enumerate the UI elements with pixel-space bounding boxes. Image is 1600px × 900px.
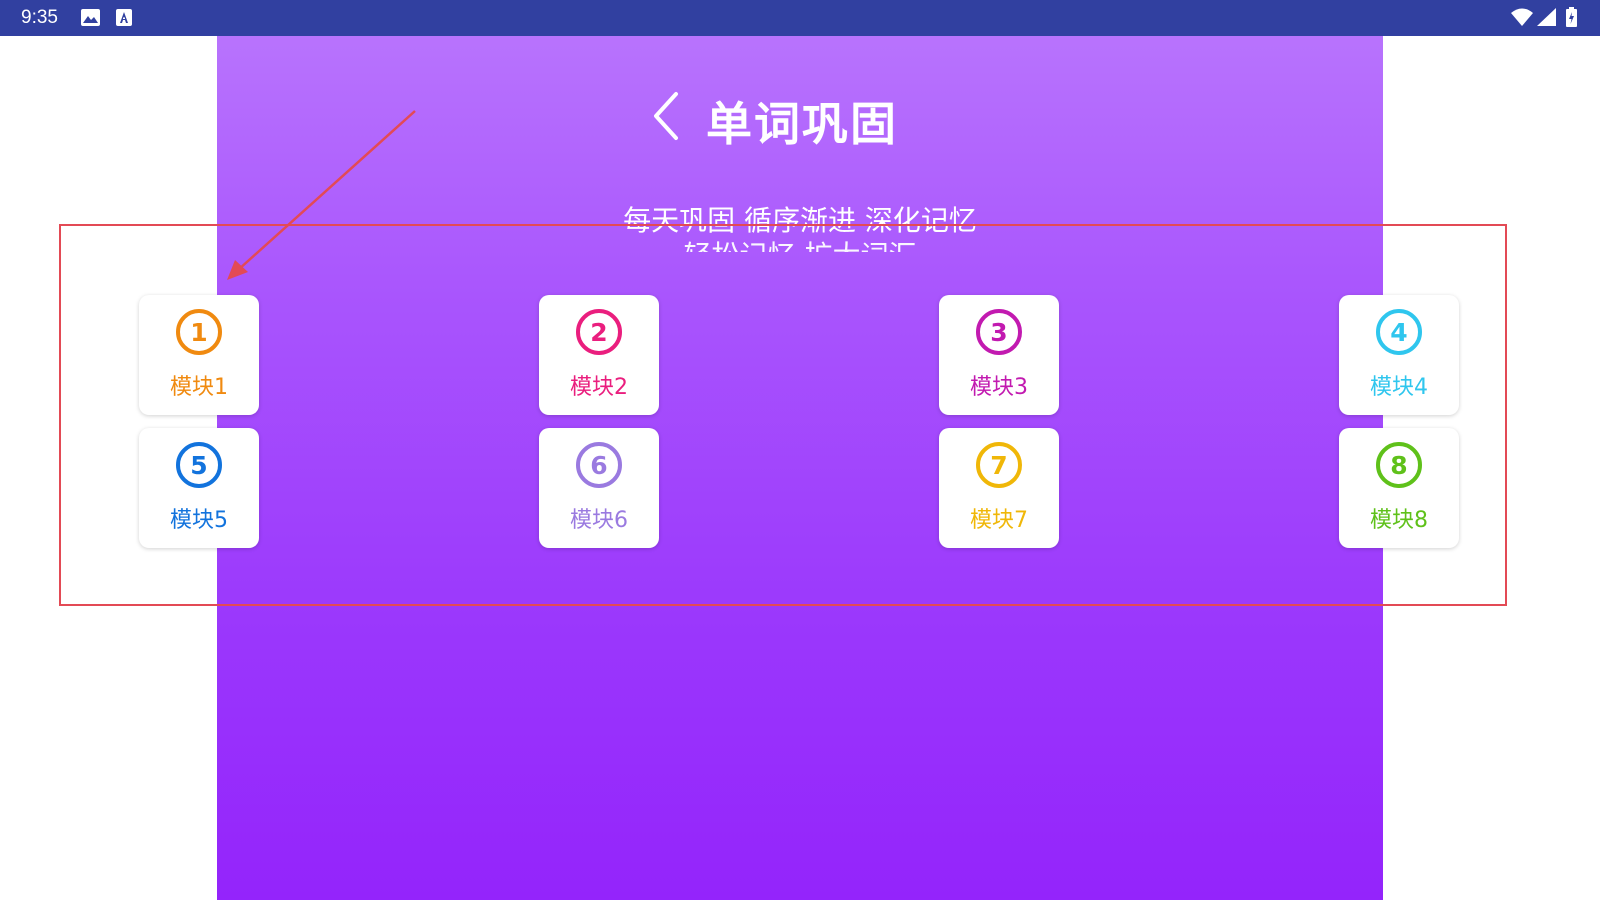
- module-label: 模块3: [970, 375, 1028, 400]
- battery-icon: [1566, 7, 1577, 27]
- number-badge-icon: 7: [976, 442, 1022, 488]
- number-badge-icon: 1: [176, 309, 222, 355]
- module-card-6[interactable]: 6 模块6: [539, 428, 659, 548]
- module-card-4[interactable]: 4 模块4: [1339, 295, 1459, 415]
- module-label: 模块6: [570, 508, 628, 533]
- number-badge-digit: 5: [190, 451, 207, 480]
- status-time: 9:35: [21, 7, 58, 28]
- tagline-primary: 每天巩固 循序渐进 深化记忆: [623, 204, 977, 237]
- number-badge-digit: 3: [990, 318, 1007, 347]
- module-card-3[interactable]: 3 模块3: [939, 295, 1059, 415]
- page-title: 单词巩固: [706, 97, 898, 151]
- tagline-secondary: 轻松记忆 扩大词汇: [217, 239, 1383, 252]
- page-header: 单词巩固: [217, 86, 1383, 151]
- module-label: 模块4: [1370, 375, 1428, 400]
- a-text-icon: [116, 9, 132, 26]
- cell-signal-icon: [1537, 8, 1556, 26]
- number-badge-digit: 8: [1390, 451, 1407, 480]
- module-card-5[interactable]: 5 模块5: [139, 428, 259, 548]
- module-card-7[interactable]: 7 模块7: [939, 428, 1059, 548]
- tagline-area: 每天巩固 循序渐进 深化记忆 轻松记忆 扩大词汇: [217, 204, 1383, 252]
- content-panel: 单词巩固 每天巩固 循序渐进 深化记忆 轻松记忆 扩大词汇: [217, 36, 1383, 900]
- number-badge-icon: 3: [976, 309, 1022, 355]
- number-badge-icon: 5: [176, 442, 222, 488]
- number-badge-digit: 1: [190, 318, 207, 347]
- status-bar: 9:35: [0, 0, 1600, 36]
- image-icon: [81, 9, 100, 26]
- number-badge-digit: 2: [590, 318, 607, 347]
- module-label: 模块1: [170, 375, 228, 400]
- number-badge-icon: 6: [576, 442, 622, 488]
- number-badge-icon: 8: [1376, 442, 1422, 488]
- module-label: 模块5: [170, 508, 228, 533]
- number-badge-icon: 4: [1376, 309, 1422, 355]
- module-card-2[interactable]: 2 模块2: [539, 295, 659, 415]
- number-badge-digit: 4: [1390, 318, 1407, 347]
- module-label: 模块8: [1370, 508, 1428, 533]
- module-card-1[interactable]: 1 模块1: [139, 295, 259, 415]
- module-label: 模块2: [570, 375, 628, 400]
- number-badge-digit: 7: [990, 451, 1007, 480]
- number-badge-icon: 2: [576, 309, 622, 355]
- module-card-8[interactable]: 8 模块8: [1339, 428, 1459, 548]
- module-label: 模块7: [970, 508, 1028, 533]
- number-badge-digit: 6: [590, 451, 607, 480]
- wifi-icon: [1511, 8, 1533, 26]
- chevron-left-icon[interactable]: [650, 90, 684, 142]
